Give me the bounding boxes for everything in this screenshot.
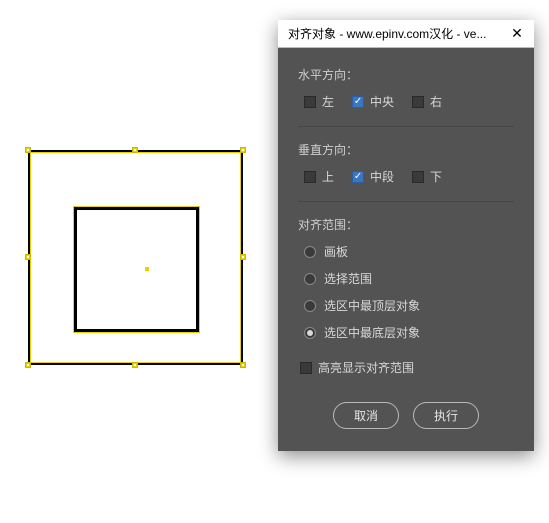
scope-bottommost-label: 选区中最底层对象 (324, 324, 420, 341)
h-left-checkbox[interactable]: 左 (304, 93, 334, 110)
handle-middle-left[interactable] (25, 254, 31, 260)
v-middle-label: 中段 (370, 168, 394, 185)
highlight-label: 高亮显示对齐范围 (318, 359, 414, 376)
h-right-label: 右 (430, 93, 442, 110)
inner-square[interactable] (74, 207, 199, 332)
scope-topmost-radio[interactable]: 选区中最顶层对象 (304, 297, 514, 314)
vertical-options: 上 ✓ 中段 下 (298, 168, 514, 185)
v-bottom-checkbox[interactable]: 下 (412, 168, 442, 185)
highlight-row: 高亮显示对齐范围 (298, 359, 514, 376)
align-dialog: 对齐对象 - www.epinv.com汉化 - ve... ✕ 水平方向： 左… (278, 20, 534, 451)
radio-icon (304, 327, 316, 339)
radio-icon (304, 300, 316, 312)
separator (298, 201, 514, 202)
radio-icon (304, 246, 316, 258)
handle-top-left[interactable] (25, 147, 31, 153)
handle-bottom-left[interactable] (25, 362, 31, 368)
checkbox-icon (412, 171, 424, 183)
checkbox-icon: ✓ (352, 96, 364, 108)
close-icon: ✕ (511, 25, 523, 42)
scope-selection-label: 选择范围 (324, 270, 372, 287)
cancel-button[interactable]: 取消 (333, 402, 399, 429)
scope-topmost-label: 选区中最顶层对象 (324, 297, 420, 314)
close-button[interactable]: ✕ (500, 20, 534, 48)
handle-bottom-middle[interactable] (132, 362, 138, 368)
highlight-checkbox[interactable]: 高亮显示对齐范围 (300, 359, 414, 376)
h-left-label: 左 (322, 93, 334, 110)
dialog-title: 对齐对象 - www.epinv.com汉化 - ve... (278, 25, 500, 42)
v-bottom-label: 下 (430, 168, 442, 185)
titlebar[interactable]: 对齐对象 - www.epinv.com汉化 - ve... ✕ (278, 20, 534, 48)
horizontal-label: 水平方向： (298, 66, 514, 83)
h-center-label: 中央 (370, 93, 394, 110)
v-middle-checkbox[interactable]: ✓ 中段 (352, 168, 394, 185)
scope-artboard-radio[interactable]: 画板 (304, 243, 514, 260)
canvas (28, 150, 243, 365)
checkbox-icon (304, 171, 316, 183)
scope-bottommost-radio[interactable]: 选区中最底层对象 (304, 324, 514, 341)
checkbox-icon: ✓ (352, 171, 364, 183)
vertical-label: 垂直方向： (298, 141, 514, 158)
v-top-checkbox[interactable]: 上 (304, 168, 334, 185)
separator (298, 126, 514, 127)
handle-bottom-right[interactable] (240, 362, 246, 368)
v-top-label: 上 (322, 168, 334, 185)
selection-center-icon (145, 267, 149, 271)
scope-options: 画板 选择范围 选区中最顶层对象 选区中最底层对象 (298, 243, 514, 341)
horizontal-options: 左 ✓ 中央 右 (298, 93, 514, 110)
radio-icon (304, 273, 316, 285)
scope-selection-radio[interactable]: 选择范围 (304, 270, 514, 287)
checkbox-icon (304, 96, 316, 108)
scope-artboard-label: 画板 (324, 243, 348, 260)
dialog-body: 水平方向： 左 ✓ 中央 右 垂直方向： 上 ✓ (278, 48, 534, 451)
handle-middle-right[interactable] (240, 254, 246, 260)
checkbox-icon (300, 362, 312, 374)
dialog-footer: 取消 执行 (298, 402, 514, 429)
h-center-checkbox[interactable]: ✓ 中央 (352, 93, 394, 110)
handle-top-right[interactable] (240, 147, 246, 153)
execute-button[interactable]: 执行 (413, 402, 479, 429)
checkbox-icon (412, 96, 424, 108)
scope-label: 对齐范围： (298, 216, 514, 233)
handle-top-middle[interactable] (132, 147, 138, 153)
h-right-checkbox[interactable]: 右 (412, 93, 442, 110)
